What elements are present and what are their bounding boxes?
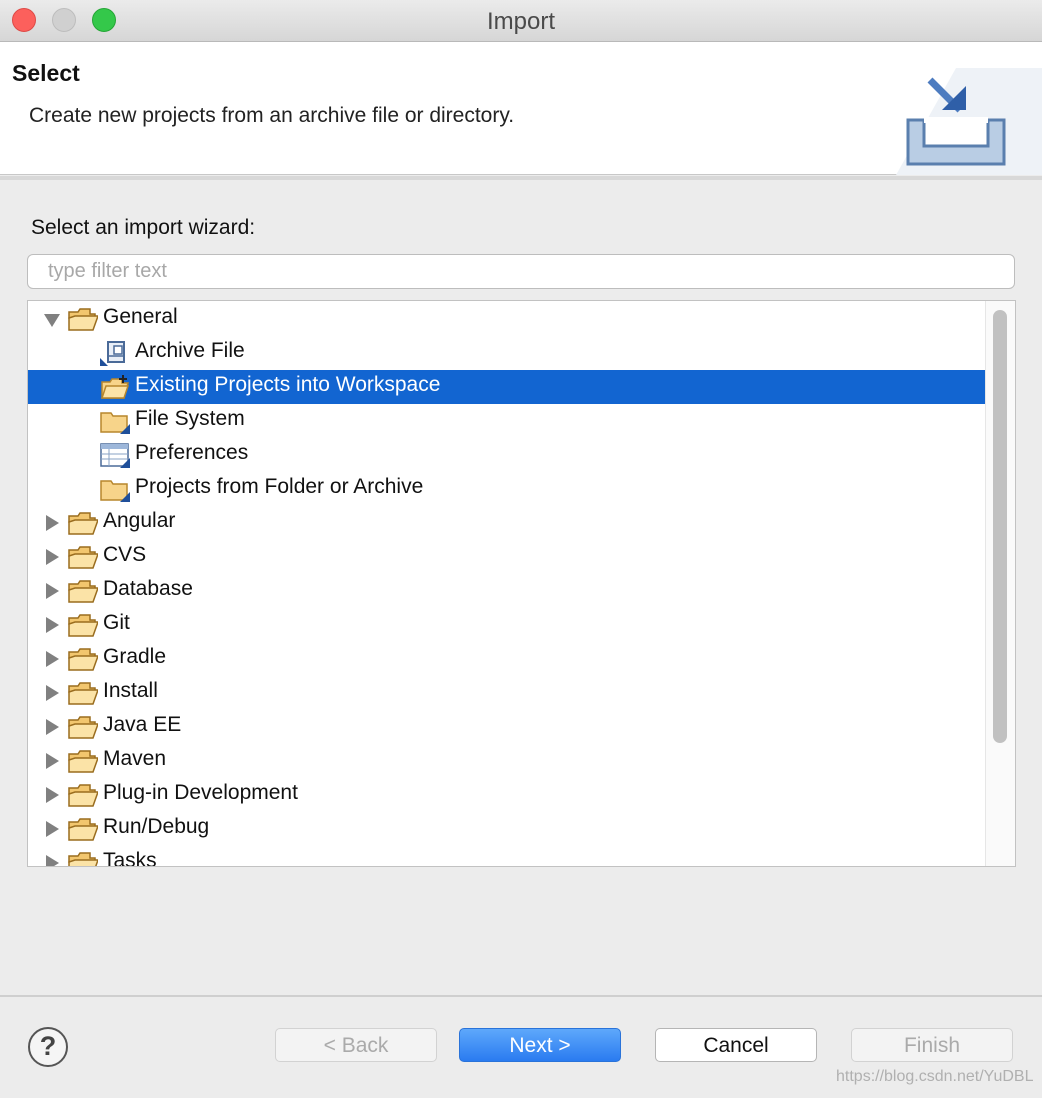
folder-open-icon (68, 578, 100, 604)
tree-item-label: Plug-in Development (103, 781, 298, 804)
folder-open-icon (68, 816, 100, 842)
tree-item-label: Database (103, 577, 193, 600)
tree-category-item[interactable]: Plug-in Development (28, 778, 985, 812)
import-wizard-icon (896, 68, 1042, 175)
expand-arrow-right-icon[interactable] (46, 787, 59, 803)
expand-arrow-right-icon[interactable] (46, 753, 59, 769)
help-button[interactable]: ? (28, 1027, 68, 1067)
expand-arrow-right-icon[interactable] (46, 549, 59, 565)
folder-open-icon (68, 714, 100, 740)
header-separator (0, 176, 1042, 180)
tree-category-item[interactable]: Install (28, 676, 985, 710)
finish-button[interactable]: Finish (851, 1028, 1013, 1062)
folder-icon (100, 476, 130, 502)
expand-arrow-right-icon[interactable] (46, 617, 59, 633)
expand-arrow-right-icon[interactable] (46, 515, 59, 531)
tree-item-label: Git (103, 611, 130, 634)
tree-item-label: Angular (103, 509, 176, 532)
next-button[interactable]: Next > (459, 1028, 621, 1062)
tree-item-label: Existing Projects into Workspace (135, 373, 441, 396)
preferences-icon (100, 442, 130, 468)
tree-category-item[interactable]: Gradle (28, 642, 985, 676)
tree-category-item[interactable]: CVS (28, 540, 985, 574)
tree-child-item[interactable]: File System (28, 404, 985, 438)
tree-child-item[interactable]: Archive File (28, 336, 985, 370)
expand-arrow-right-icon[interactable] (46, 583, 59, 599)
tree-category-item[interactable]: Git (28, 608, 985, 642)
wizard-tree[interactable]: General Archive File Existing Projects int… (27, 300, 1016, 867)
tree-item-label: CVS (103, 543, 147, 566)
page-description: Create new projects from an archive file… (29, 104, 515, 127)
expand-arrow-right-icon[interactable] (46, 719, 59, 735)
page-title: Select (12, 60, 80, 86)
tree-item-label: File System (135, 407, 245, 430)
tree-item-label: Gradle (103, 645, 167, 668)
tree-item-label: Projects from Folder or Archive (135, 475, 424, 498)
title-bar: Import (0, 0, 1042, 42)
folder-open-icon (68, 612, 100, 638)
tree-item-label: Maven (103, 747, 167, 770)
cancel-button[interactable]: Cancel (655, 1028, 817, 1062)
expand-arrow-right-icon[interactable] (46, 685, 59, 701)
wizard-header: Select Create new projects from an archi… (0, 42, 1042, 175)
tree-item-label: Install (103, 679, 158, 702)
expand-arrow-right-icon[interactable] (46, 651, 59, 667)
tree-category-item[interactable]: Java EE (28, 710, 985, 744)
watermark: https://blog.csdn.net/YuDBL (836, 1068, 1034, 1085)
scrollbar-thumb[interactable] (993, 310, 1007, 743)
window-title: Import (486, 8, 555, 35)
folder-open-icon (68, 306, 100, 332)
tree-category-item[interactable]: Tasks (28, 846, 985, 867)
expand-arrow-right-icon[interactable] (46, 855, 59, 866)
back-button[interactable]: < Back (275, 1028, 437, 1062)
filter-input[interactable] (27, 254, 1015, 289)
archive-file-icon (100, 340, 130, 366)
folder-open-icon (68, 510, 100, 536)
tree-item-label: Tasks (103, 849, 157, 867)
tree-item-label: Preferences (135, 441, 249, 464)
tree-category-item[interactable]: Database (28, 574, 985, 608)
tree-item-label: Run/Debug (103, 815, 210, 838)
folder-open-icon (68, 748, 100, 774)
folder-open-icon (68, 850, 100, 866)
tree-item-label: Java EE (103, 713, 182, 736)
footer-divider (0, 995, 1042, 997)
tree-item-label: General (103, 305, 178, 328)
folder-icon (100, 408, 130, 434)
tree-child-item[interactable]: Preferences (28, 438, 985, 472)
tree-item-label: Archive File (135, 339, 245, 362)
folder-open-icon (68, 646, 100, 672)
folder-open-icon (68, 680, 100, 706)
tree-category-item[interactable]: Maven (28, 744, 985, 778)
folder-open-icon (68, 544, 100, 570)
tree-child-item[interactable]: Existing Projects into Workspace (28, 370, 985, 404)
tree-category-item[interactable]: Angular (28, 506, 985, 540)
existing-projects-icon (100, 374, 130, 400)
expand-arrow-right-icon[interactable] (46, 821, 59, 837)
tree-category-item[interactable]: General (28, 302, 985, 336)
tree-category-item[interactable]: Run/Debug (28, 812, 985, 846)
folder-open-icon (68, 782, 100, 808)
tree-child-item[interactable]: Projects from Folder or Archive (28, 472, 985, 506)
vertical-scrollbar[interactable] (985, 301, 1015, 866)
expand-arrow-down-icon[interactable] (44, 314, 60, 327)
wizard-label: Select an import wizard: (31, 216, 256, 239)
